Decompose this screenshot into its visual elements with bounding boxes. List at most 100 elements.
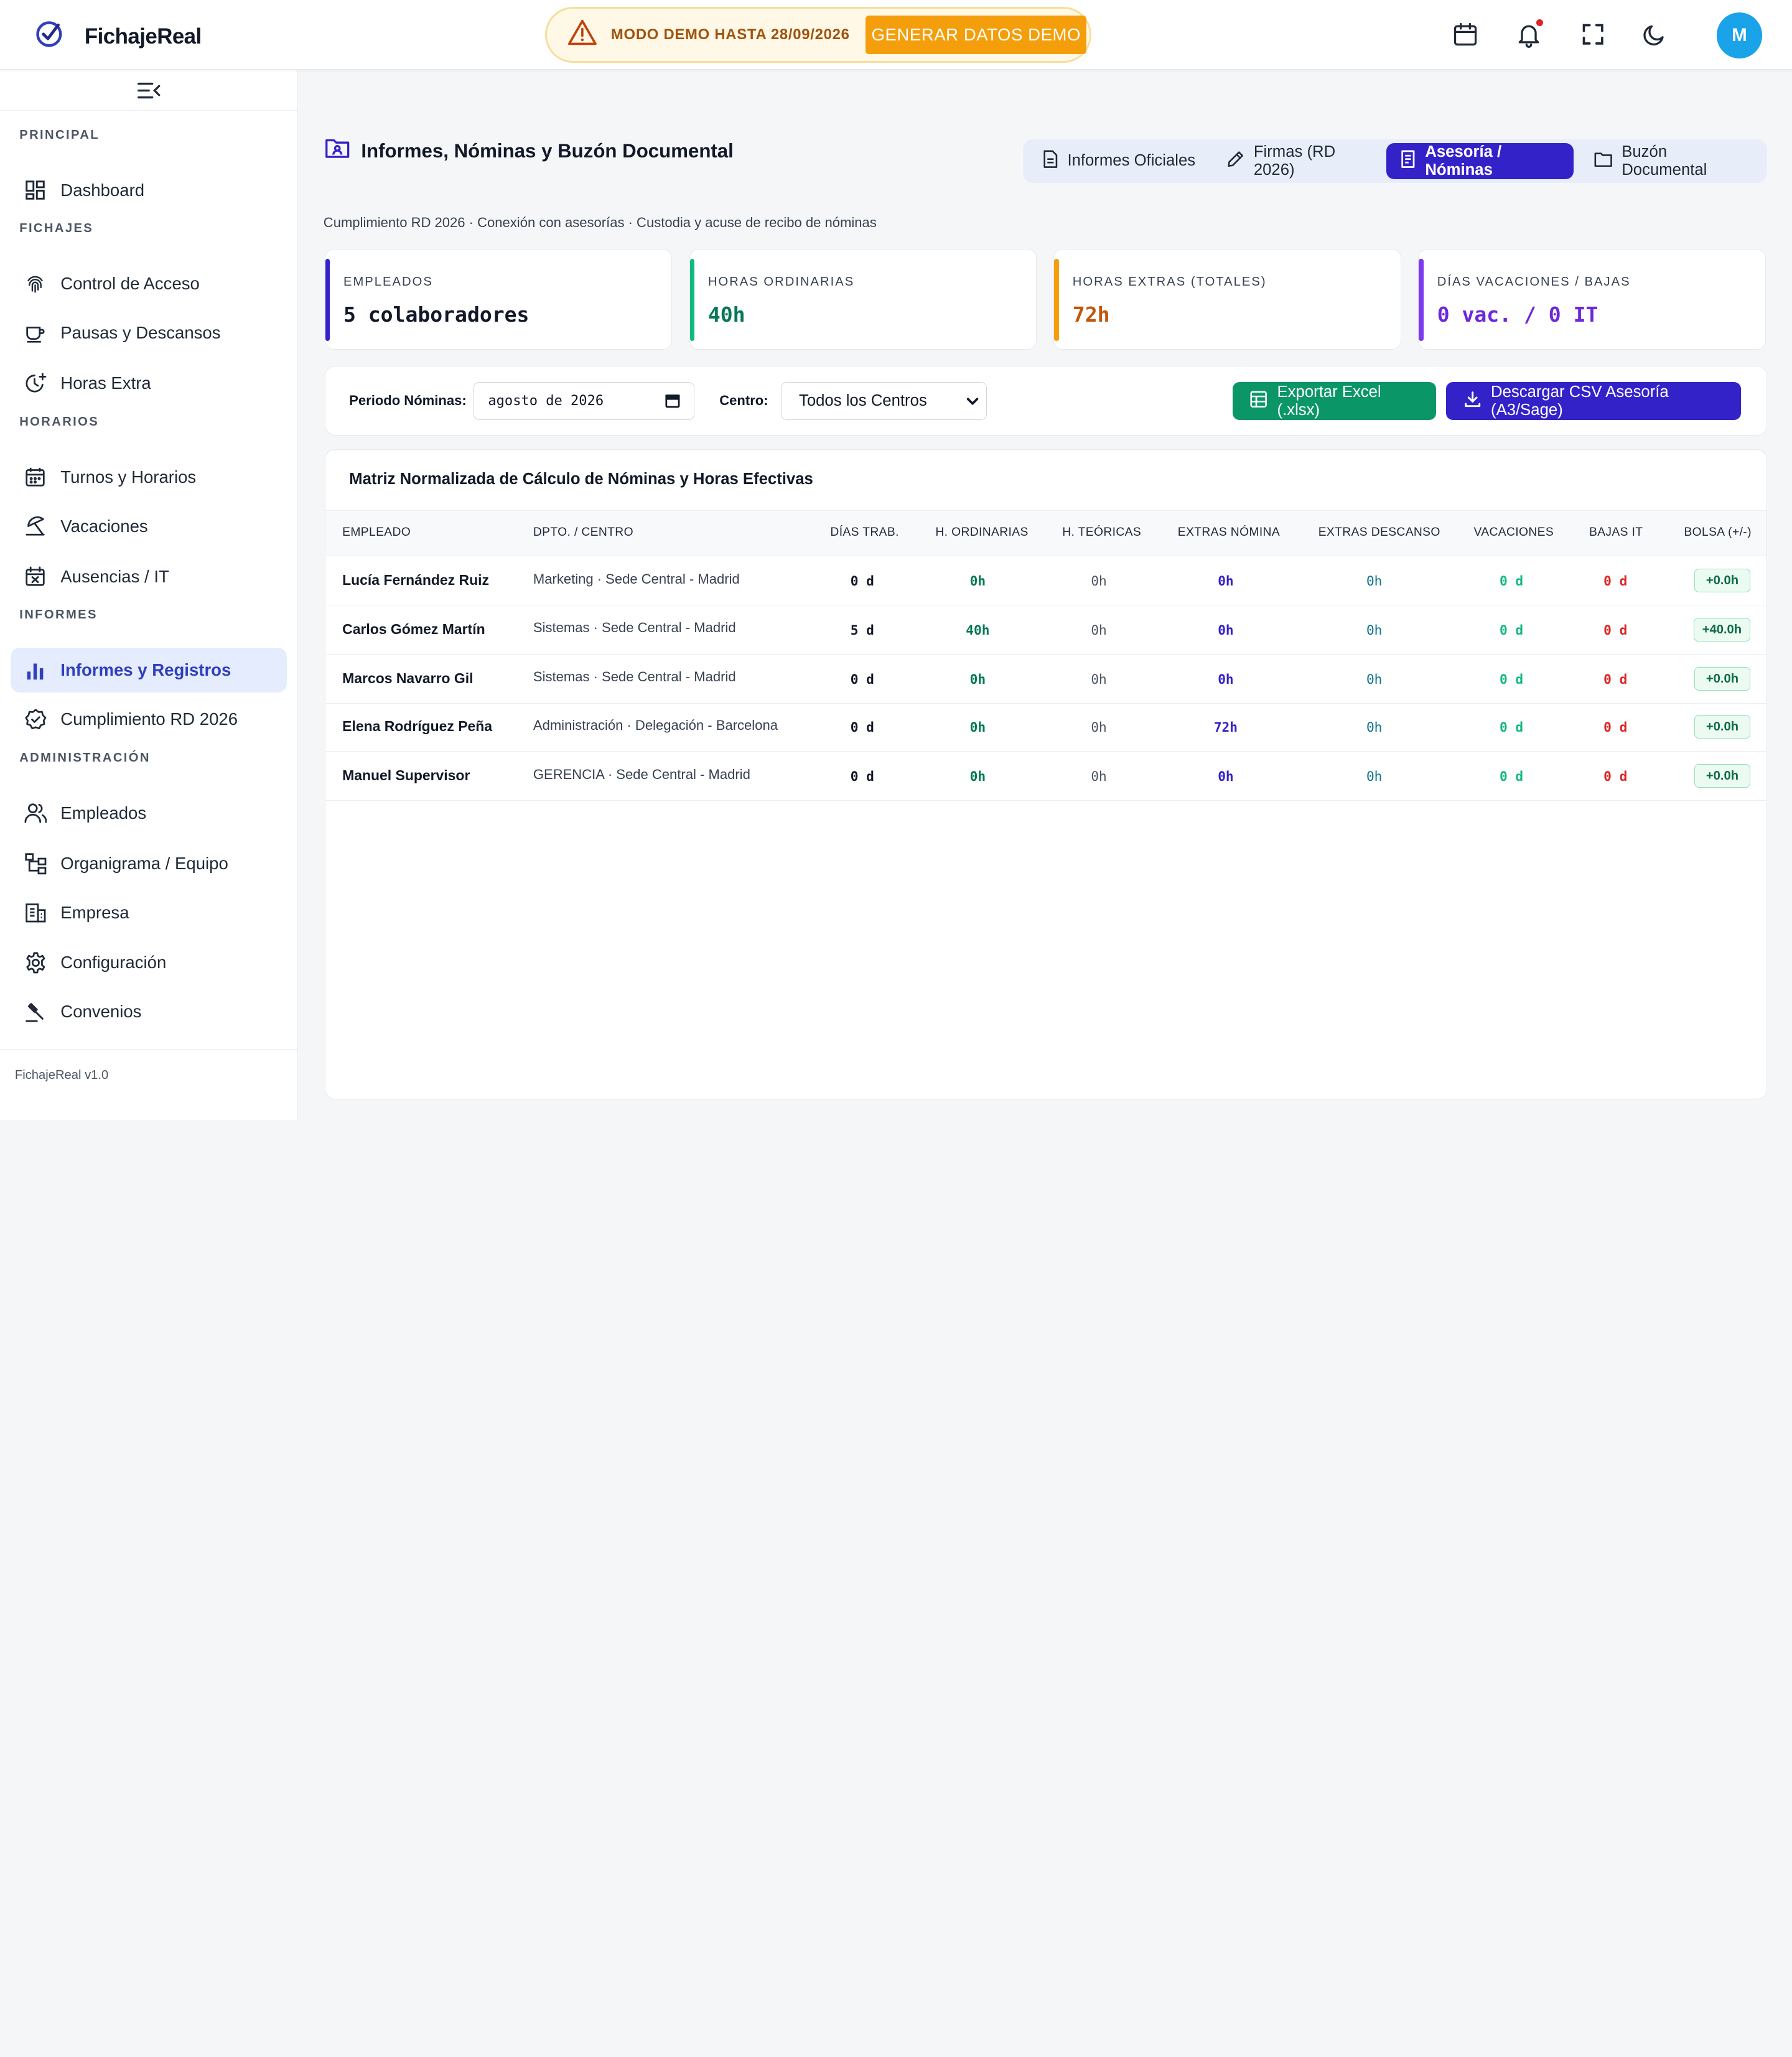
sidebar-item-empleados[interactable]: Empleados bbox=[11, 791, 287, 836]
sidebar-item-turnos[interactable]: Turnos y Horarios bbox=[11, 455, 287, 500]
table-row[interactable]: Manuel Supervisor GERENCIA · Sede Centra… bbox=[325, 752, 1766, 801]
calendar-picker-icon[interactable] bbox=[665, 393, 680, 412]
coffee-cup-icon bbox=[24, 322, 47, 345]
user-avatar[interactable]: M bbox=[1716, 12, 1763, 58]
kpi-label: HORAS ORDINARIAS bbox=[707, 274, 855, 289]
col-h-ordinarias: H. ORDINARIAS bbox=[935, 526, 1029, 539]
tab-label: Firmas (RD 2026) bbox=[1253, 142, 1336, 179]
bajas-it: 0 d bbox=[1603, 573, 1628, 589]
sidebar-item-label: Empresa bbox=[60, 902, 129, 922]
kpi-label: HORAS EXTRAS (TOTALES) bbox=[1072, 274, 1267, 289]
sidebar-item-control-acceso[interactable]: Control de Acceso bbox=[11, 262, 287, 307]
sidebar-item-organigrama[interactable]: Organigrama / Equipo bbox=[11, 841, 287, 886]
bajas-it: 0 d bbox=[1603, 671, 1628, 688]
sidebar-item-label: Pausas y Descansos bbox=[60, 323, 221, 343]
table-header: EMPLEADO DPTO. / CENTRO DÍAS TRAB. H. OR… bbox=[325, 510, 1766, 556]
org-chart-icon bbox=[24, 852, 47, 875]
vacaciones: 0 d bbox=[1500, 768, 1524, 785]
fullscreen-icon[interactable] bbox=[1578, 19, 1608, 49]
sidebar-item-dashboard[interactable]: Dashboard bbox=[11, 168, 287, 213]
moon-icon[interactable] bbox=[1640, 19, 1670, 49]
app-version: FichajeReal v1.0 bbox=[14, 1068, 109, 1083]
vacaciones: 0 d bbox=[1500, 573, 1524, 589]
fingerprint-icon bbox=[24, 273, 47, 296]
sidebar-item-horas-extra[interactable]: Horas Extra bbox=[11, 361, 287, 406]
generate-demo-data-button[interactable]: GENERAR DATOS DEMO bbox=[866, 15, 1087, 55]
h-teoricas: 0h bbox=[1091, 768, 1107, 785]
employee-name: Manuel Supervisor bbox=[342, 767, 470, 784]
collapse-menu-icon[interactable] bbox=[136, 80, 161, 106]
sidebar-item-ausencias[interactable]: Ausencias / IT bbox=[11, 554, 287, 599]
col-empleado: EMPLEADO bbox=[342, 526, 411, 539]
extras-descanso: 0h bbox=[1366, 768, 1383, 785]
col-dias: DÍAS TRAB. bbox=[830, 526, 899, 539]
bolsa-badge: +0.0h bbox=[1694, 568, 1750, 593]
table-row[interactable]: Elena Rodríguez Peña Administración · De… bbox=[325, 702, 1766, 752]
sidebar-item-pausas[interactable]: Pausas y Descansos bbox=[11, 311, 287, 356]
tab-informes-oficiales[interactable]: Informes Oficiales bbox=[1029, 143, 1209, 180]
tab-firmas[interactable]: Firmas (RD 2026) bbox=[1213, 143, 1384, 180]
page-title: Informes, Nóminas y Buzón Documental bbox=[361, 139, 734, 162]
employee-dept: Marketing · Sede Central - Madrid bbox=[533, 571, 740, 587]
chevron-down-icon bbox=[966, 394, 979, 413]
table-row[interactable]: Marcos Navarro Gil Sistemas · Sede Centr… bbox=[325, 655, 1766, 704]
section-fichajes: FICHAJES bbox=[19, 222, 94, 236]
periodo-value: agosto de 2026 bbox=[488, 393, 604, 409]
table-row[interactable]: Lucía Fernández Ruiz Marketing · Sede Ce… bbox=[325, 556, 1766, 605]
periodo-label: Periodo Nóminas: bbox=[349, 392, 467, 408]
employee-name: Elena Rodríguez Peña bbox=[342, 718, 493, 735]
dias-trab: 0 d bbox=[850, 671, 874, 688]
calendar-x-icon bbox=[24, 565, 47, 588]
clock-plus-icon bbox=[24, 372, 47, 395]
h-ordinarias: 0h bbox=[969, 719, 986, 735]
sidebar-item-convenios[interactable]: Convenios bbox=[11, 990, 287, 1035]
dias-trab: 0 d bbox=[850, 768, 874, 785]
vacaciones: 0 d bbox=[1500, 719, 1524, 735]
warning-icon bbox=[567, 19, 597, 51]
download-icon bbox=[1463, 390, 1482, 413]
sidebar-item-empresa[interactable]: Empresa bbox=[11, 890, 287, 935]
sidebar-item-informes[interactable]: Informes y Registros bbox=[10, 648, 287, 693]
brand[interactable]: FichajeReal bbox=[34, 19, 202, 54]
bajas-it: 0 d bbox=[1603, 768, 1628, 785]
calendar-icon[interactable] bbox=[1450, 19, 1480, 49]
bolsa-badge: +40.0h bbox=[1693, 617, 1750, 642]
download-csv-label: Descargar CSV Asesoría (A3/Sage) bbox=[1491, 383, 1669, 419]
sidebar-item-label: Turnos y Horarios bbox=[60, 467, 197, 487]
col-extras-nomina: EXTRAS NÓMINA bbox=[1177, 526, 1281, 539]
table-title: Matriz Normalizada de Cálculo de Nóminas… bbox=[349, 470, 813, 488]
sidebar-item-label: Vacaciones bbox=[60, 516, 148, 536]
export-excel-button[interactable]: Exportar Excel (.xlsx) bbox=[1232, 382, 1436, 421]
kpi-accent-bar bbox=[689, 259, 694, 342]
extras-nomina: 0h bbox=[1218, 622, 1234, 638]
sidebar-item-label: Horas Extra bbox=[60, 373, 151, 393]
dias-trab: 0 d bbox=[850, 719, 874, 735]
sidebar-item-label: Cumplimiento RD 2026 bbox=[60, 709, 238, 729]
kpi-empleados: EMPLEADOS 5 colaboradores bbox=[324, 249, 672, 350]
tab-buzon-documental[interactable]: Buzón Documental bbox=[1580, 143, 1763, 180]
kpi-horas-ordinarias: HORAS ORDINARIAS 40h bbox=[689, 249, 1037, 350]
page-header: Informes, Nóminas y Buzón Documental bbox=[325, 137, 734, 165]
dias-trab: 0 d bbox=[850, 573, 874, 589]
sidebar-item-vacaciones[interactable]: Vacaciones bbox=[11, 504, 287, 549]
download-csv-button[interactable]: Descargar CSV Asesoría (A3/Sage) bbox=[1446, 382, 1742, 421]
bell-icon[interactable] bbox=[1514, 19, 1544, 49]
receipt-icon bbox=[1400, 150, 1416, 172]
kpi-accent-bar bbox=[325, 259, 330, 342]
table-row[interactable]: Carlos Gómez Martín Sistemas · Sede Cent… bbox=[325, 605, 1766, 655]
tab-asesoria-nominas[interactable]: Asesoría / Nóminas bbox=[1386, 142, 1574, 180]
col-dpto: DPTO. / CENTRO bbox=[533, 526, 633, 539]
users-icon bbox=[24, 801, 47, 824]
bolsa-badge: +0.0h bbox=[1694, 714, 1750, 739]
extras-descanso: 0h bbox=[1366, 622, 1383, 638]
col-bajas-it: BAJAS IT bbox=[1589, 526, 1643, 539]
centro-select[interactable]: Todos los Centros bbox=[781, 382, 987, 421]
sidebar-item-label: Ausencias / IT bbox=[60, 566, 169, 586]
sidebar-item-configuracion[interactable]: Configuración bbox=[11, 941, 287, 986]
periodo-month-input[interactable]: agosto de 2026 bbox=[474, 382, 694, 421]
sidebar-item-cumplimiento[interactable]: Cumplimiento RD 2026 bbox=[11, 697, 287, 742]
employee-dept: Administración · Delegación - Barcelona bbox=[533, 717, 778, 733]
kpi-value: 40h bbox=[707, 302, 745, 327]
sidebar-item-label: Empleados bbox=[60, 803, 147, 823]
top-bar: FichajeReal MODO DEMO HASTA 28/09/2026 G… bbox=[0, 0, 1792, 70]
